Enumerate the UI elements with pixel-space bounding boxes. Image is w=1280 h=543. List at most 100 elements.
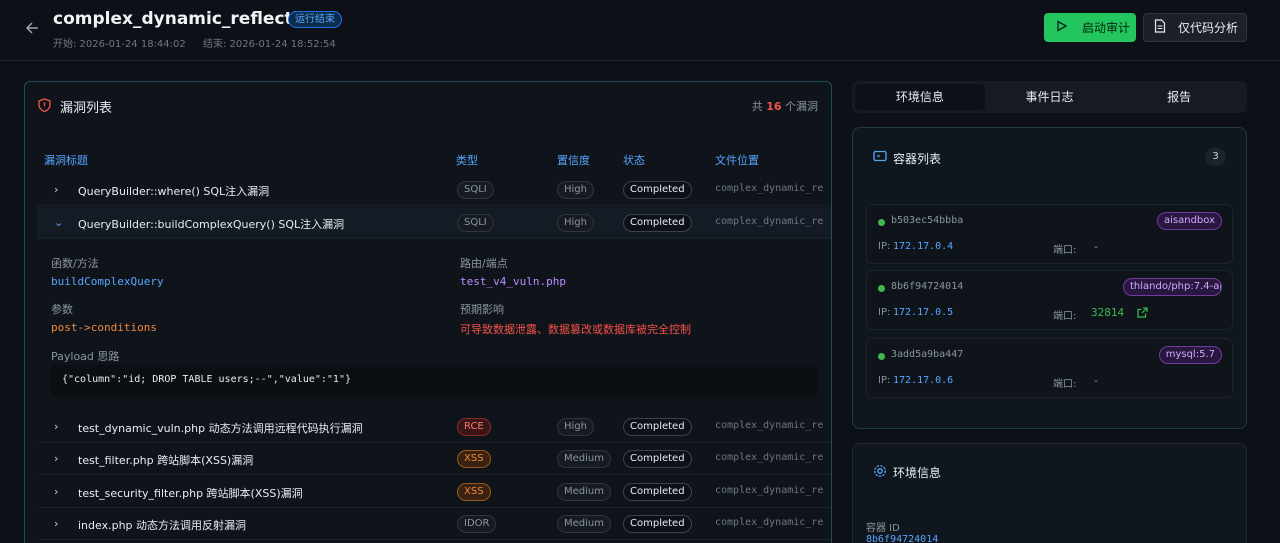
param-label: 参数: [51, 303, 73, 316]
file-icon: [1154, 19, 1166, 36]
container-icon: [873, 150, 887, 166]
start-audit-label: 启动审计: [1082, 21, 1131, 35]
table-row[interactable]: › test_filter.php 跨站脚本(XSS)漏洞 XSS Medium…: [37, 443, 831, 475]
vulnerability-list-panel: 漏洞列表 共 16 个漏洞 漏洞标题 类型 置信度 状态 文件位置 › Quer…: [24, 81, 832, 543]
tab-event-log[interactable]: 事件日志: [985, 84, 1115, 110]
confidence-badge: Medium: [557, 515, 611, 533]
container-id: 3add5a9ba447: [891, 349, 964, 360]
row-title: index.php 动态方法调用反射漏洞: [78, 519, 247, 532]
table-row[interactable]: › test_security_filter.php 跨站脚本(XSS)漏洞 X…: [37, 476, 831, 508]
row-title: QueryBuilder::buildComplexQuery() SQL注入漏…: [78, 218, 345, 231]
start-audit-button[interactable]: 启动审计: [1044, 13, 1136, 42]
table-row[interactable]: › test_dynamic_vuln.php 动态方法调用远程代码执行漏洞 R…: [37, 411, 831, 443]
row-title: QueryBuilder::where() SQL注入漏洞: [78, 185, 270, 198]
end-time: 结束: 2026-01-24 18:52:54: [202, 39, 336, 50]
chevron-down-icon[interactable]: ⌄: [54, 216, 63, 229]
type-badge: RCE: [457, 418, 491, 436]
impact-label: 预期影响: [460, 303, 504, 316]
vuln-panel-title: 漏洞列表: [60, 101, 113, 116]
environment-info-title: 环境信息: [893, 466, 942, 480]
function-value: buildComplexQuery: [51, 275, 164, 288]
status-badge: 运行结束: [288, 11, 342, 28]
page-header: complex_dynamic_reflection 运行结束 开始: 2026…: [0, 0, 1280, 61]
container-id-label: 容器 ID: [866, 523, 900, 534]
port-value: -: [1094, 240, 1098, 253]
container-list-title: 容器列表: [893, 152, 942, 166]
image-tag: aisandbox: [1156, 212, 1222, 230]
type-badge: SQLI: [457, 181, 494, 199]
ip-label: IP:: [878, 307, 891, 318]
file-location: complex_dynamic_re: [715, 183, 824, 194]
container-card[interactable]: b503ec54bbba aisandbox IP: 172.17.0.4 端口…: [866, 204, 1233, 264]
count-prefix: 共: [751, 100, 763, 113]
column-header-type[interactable]: 类型: [456, 152, 478, 168]
port-label: 端口:: [1053, 311, 1077, 322]
vuln-count: 共 16 个漏洞: [752, 98, 818, 114]
table-row-expanded[interactable]: ⌄ QueryBuilder::buildComplexQuery() SQL注…: [37, 207, 831, 239]
play-icon: [1056, 20, 1068, 35]
ip-label: IP:: [878, 241, 891, 252]
route-label: 路由/端点: [460, 257, 508, 270]
status-badge: Completed: [623, 483, 692, 501]
back-arrow-icon[interactable]: [22, 18, 42, 38]
count-suffix: 个漏洞: [785, 100, 818, 113]
status-dot: [878, 285, 885, 292]
column-header-title[interactable]: 漏洞标题: [44, 152, 88, 168]
table-row[interactable]: › QueryBuilder::where() SQL注入漏洞 SQLI Hig…: [37, 174, 831, 206]
row-title: test_dynamic_vuln.php 动态方法调用远程代码执行漏洞: [78, 422, 363, 435]
confidence-badge: Medium: [557, 450, 611, 468]
tab-environment[interactable]: 环境信息: [855, 84, 985, 110]
confidence-badge: High: [557, 418, 594, 436]
vuln-panel-header: 漏洞列表 共 16 个漏洞: [25, 82, 831, 128]
run-times: 开始: 2026-01-24 18:44:02 结束: 2026-01-24 1…: [53, 35, 350, 50]
container-card[interactable]: 3add5a9ba447 mysql:5.7 IP: 172.17.0.6 端口…: [866, 338, 1233, 398]
status-badge: Completed: [623, 515, 692, 533]
type-badge: IDOR: [457, 515, 497, 533]
type-badge: XSS: [457, 450, 491, 468]
chevron-right-icon[interactable]: ›: [54, 420, 58, 433]
ip-value: 172.17.0.6: [893, 375, 954, 386]
status-badge: Completed: [623, 418, 692, 436]
code-only-label: 仅代码分析: [1178, 21, 1239, 35]
file-location: complex_dynamic_re: [715, 452, 824, 463]
row-title: test_filter.php 跨站脚本(XSS)漏洞: [78, 454, 254, 467]
vuln-detail: 函数/方法 buildComplexQuery 路由/端点 test_v4_vu…: [37, 242, 831, 412]
chevron-right-icon[interactable]: ›: [54, 183, 58, 196]
chevron-right-icon[interactable]: ›: [54, 485, 58, 498]
column-header-status[interactable]: 状态: [623, 152, 645, 168]
external-link-icon[interactable]: [1137, 307, 1148, 321]
container-list-panel: 容器列表 3 b503ec54bbba aisandbox IP: 172.17…: [852, 127, 1247, 429]
tab-report[interactable]: 报告: [1114, 84, 1244, 110]
file-location: complex_dynamic_re: [715, 216, 824, 227]
chevron-right-icon[interactable]: ›: [54, 452, 58, 465]
chevron-right-icon[interactable]: ›: [54, 517, 58, 530]
type-badge: SQLI: [457, 214, 494, 232]
confidence-badge: High: [557, 181, 594, 199]
image-tag: thlando/php:7.4-apache: [1123, 278, 1222, 296]
file-location: complex_dynamic_re: [715, 420, 824, 431]
column-header-confidence[interactable]: 置信度: [557, 152, 590, 168]
ip-value: 172.17.0.5: [893, 307, 954, 318]
shield-alert-icon: [38, 98, 51, 115]
container-card[interactable]: 8b6f94724014 thlando/php:7.4-apache IP: …: [866, 270, 1233, 330]
image-tag: mysql:5.7: [1158, 346, 1222, 364]
right-panel-tabs: 环境信息 事件日志 报告: [852, 81, 1247, 113]
status-badge: Completed: [623, 214, 692, 232]
port-value[interactable]: 32814: [1091, 306, 1124, 319]
ip-label: IP:: [878, 375, 891, 386]
file-location: complex_dynamic_re: [715, 517, 824, 528]
confidence-badge: Medium: [557, 483, 611, 501]
start-time: 开始: 2026-01-24 18:44:02: [53, 39, 186, 50]
column-header-file[interactable]: 文件位置: [715, 152, 759, 168]
impact-value: 可导致数据泄露、数据篡改或数据库被完全控制: [460, 323, 691, 336]
ip-value: 172.17.0.4: [893, 241, 954, 252]
payload-code: {"column":"id; DROP TABLE users;--","val…: [51, 365, 817, 397]
environment-info-panel: 环境信息 容器 ID 8b6f94724014: [852, 443, 1247, 543]
code-only-analysis-button[interactable]: 仅代码分析: [1143, 13, 1247, 42]
file-location: complex_dynamic_re: [715, 485, 824, 496]
table-row[interactable]: › index.php 动态方法调用反射漏洞 IDOR Medium Compl…: [37, 508, 831, 540]
confidence-badge: High: [557, 214, 594, 232]
status-badge: Completed: [623, 450, 692, 468]
route-value: test_v4_vuln.php: [460, 275, 566, 288]
container-id: 8b6f94724014: [891, 281, 964, 292]
